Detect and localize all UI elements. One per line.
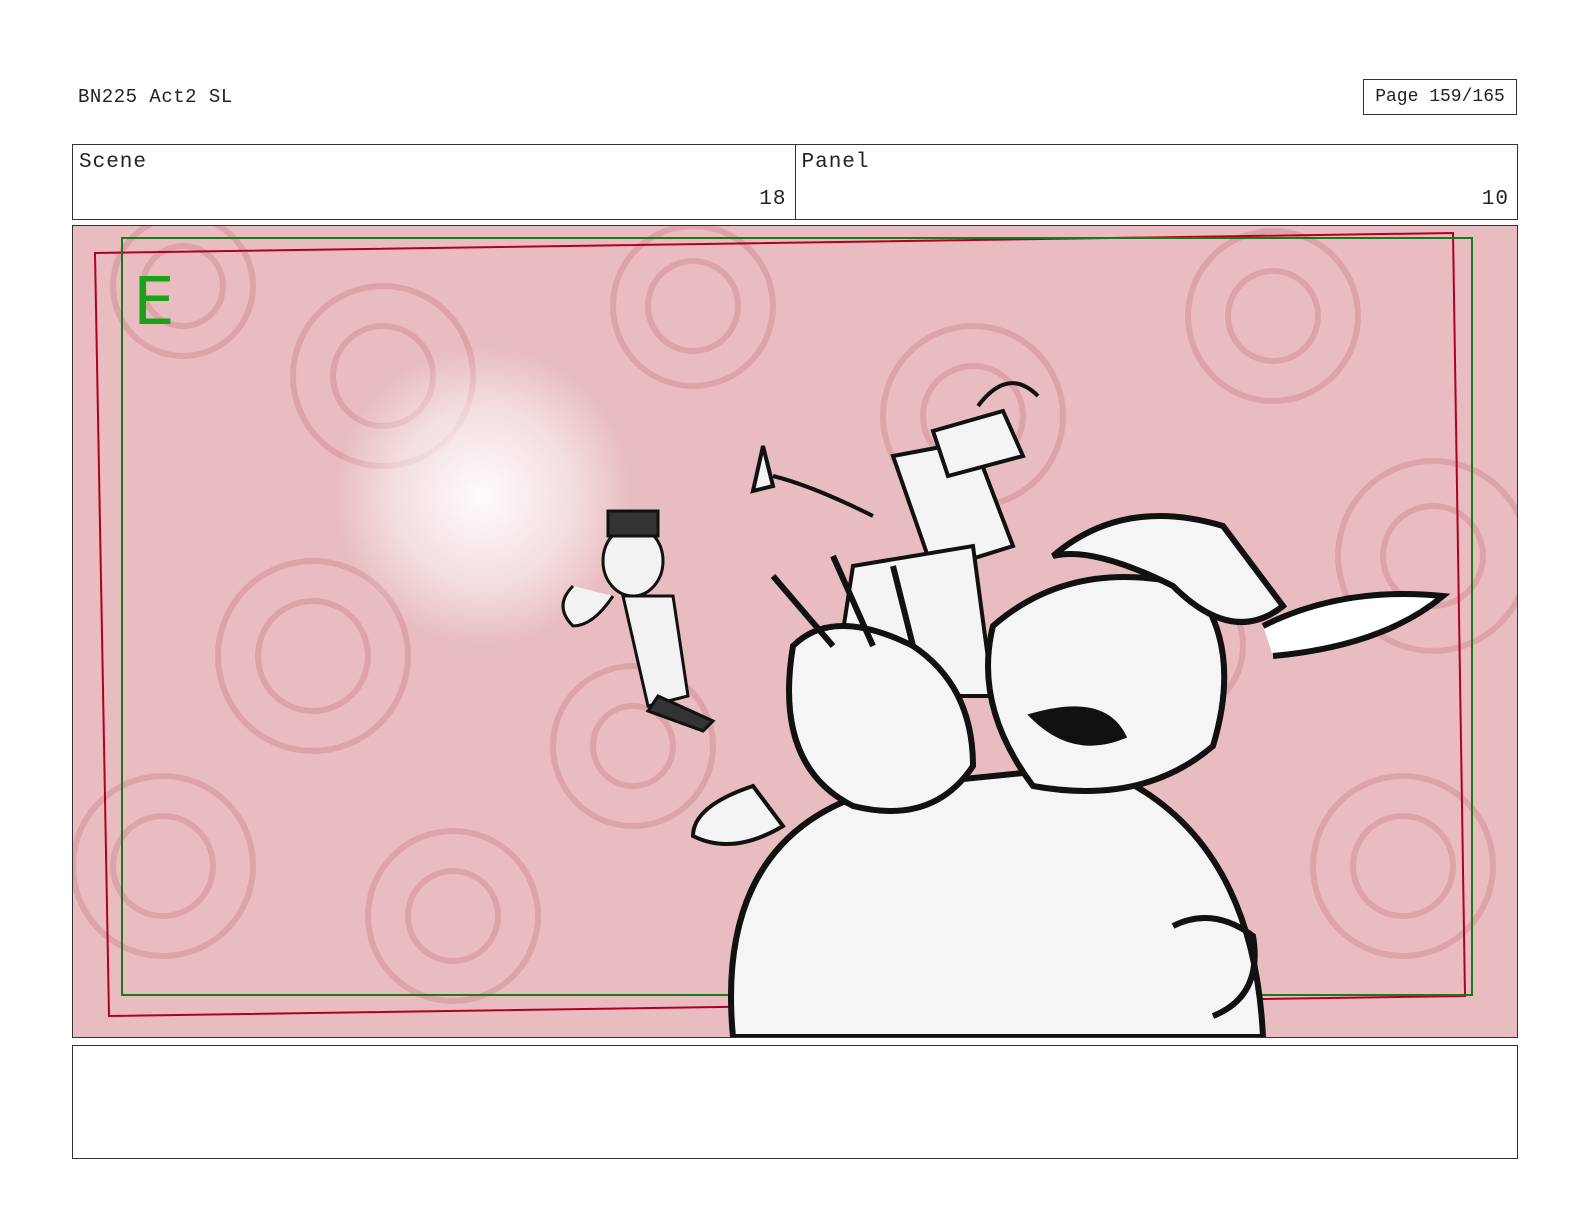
panel-number: 10 bbox=[1481, 188, 1509, 211]
storyboard-drawing: E bbox=[73, 226, 1517, 1037]
panel-cell: Panel 10 bbox=[794, 145, 1518, 219]
scene-number: 18 bbox=[759, 188, 787, 211]
panel-label: Panel bbox=[801, 151, 870, 174]
document-title: BN225 Act2 SL bbox=[78, 86, 233, 108]
scene-panel-info-row: Scene 18 Panel 10 bbox=[72, 144, 1518, 220]
scene-label: Scene bbox=[79, 151, 148, 174]
page-number-box: Page 159/165 bbox=[1363, 79, 1517, 115]
field-guide-letter: E bbox=[133, 263, 175, 340]
notes-box[interactable] bbox=[72, 1045, 1518, 1159]
scene-cell: Scene 18 bbox=[73, 145, 795, 219]
storyboard-frame: E bbox=[72, 225, 1518, 1038]
